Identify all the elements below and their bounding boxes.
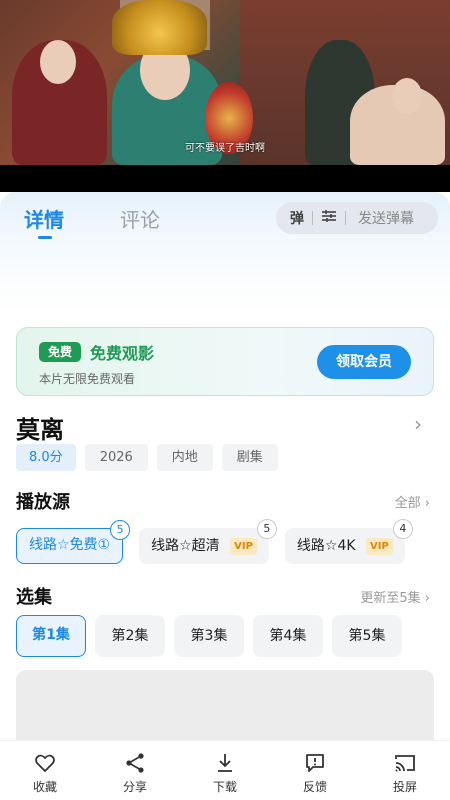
source-label: 线路☆免费① bbox=[29, 537, 111, 553]
detail-sheet: 详情 评论 弹 发送弹幕 免费 免费观影 本片无限免费观看 领取会员 莫离 › … bbox=[0, 192, 450, 800]
sources-more-label: 全部 bbox=[394, 496, 421, 511]
type-tag: 剧集 bbox=[221, 444, 278, 471]
source-item[interactable]: 线路☆4K VIP 4 bbox=[284, 519, 413, 564]
free-badge: 免费 bbox=[39, 342, 81, 362]
bottom-action-bar: 收藏 分享 下载 反馈 投屏 bbox=[0, 740, 450, 800]
chevron-right-icon: › bbox=[424, 496, 430, 511]
episode-list: 第1集 第2集 第3集 第4集 第5集 bbox=[16, 615, 402, 657]
free-subtitle: 本片无限免费观看 bbox=[39, 372, 136, 386]
content-placeholder bbox=[16, 670, 434, 750]
chevron-right-icon: › bbox=[424, 591, 430, 606]
source-item[interactable]: 线路☆免费① 5 bbox=[16, 520, 131, 564]
figure-left-head bbox=[40, 40, 76, 84]
sources-title: 播放源 bbox=[16, 492, 70, 513]
episodes-title: 选集 bbox=[16, 587, 52, 608]
show-title[interactable]: 莫离 bbox=[16, 410, 64, 445]
cast-label: 投屏 bbox=[392, 780, 417, 794]
share-button[interactable]: 分享 bbox=[90, 741, 180, 800]
tab-bar: 详情 评论 bbox=[24, 204, 160, 239]
feedback-icon bbox=[306, 754, 324, 772]
download-icon bbox=[218, 754, 232, 772]
episode-item[interactable]: 第1集 bbox=[16, 615, 86, 657]
sliders-icon[interactable] bbox=[321, 209, 337, 227]
send-danmaku-input[interactable]: 发送弹幕 bbox=[358, 208, 414, 228]
tab-details[interactable]: 详情 bbox=[24, 204, 64, 239]
feedback-label: 反馈 bbox=[302, 780, 327, 794]
divider bbox=[312, 211, 313, 225]
feedback-button[interactable]: 反馈 bbox=[270, 741, 360, 800]
free-title: 免费观影 bbox=[90, 344, 155, 363]
source-count: 5 bbox=[256, 519, 277, 539]
video-player[interactable]: 可不要误了吉时啊 bbox=[0, 0, 450, 192]
favorite-label: 收藏 bbox=[32, 780, 57, 794]
tag-list: 8.0分 2026 内地 剧集 bbox=[16, 444, 278, 471]
favorite-button[interactable]: 收藏 bbox=[0, 741, 90, 800]
source-label: 线路☆4K bbox=[296, 538, 356, 554]
video-frame: 可不要误了吉时啊 bbox=[0, 0, 450, 165]
score-tag: 8.0分 bbox=[16, 444, 76, 471]
claim-vip-button[interactable]: 领取会员 bbox=[317, 345, 411, 379]
episode-item[interactable]: 第4集 bbox=[253, 615, 323, 657]
year-tag: 2026 bbox=[84, 444, 148, 471]
share-label: 分享 bbox=[122, 780, 147, 794]
cast-button[interactable]: 投屏 bbox=[360, 741, 450, 800]
share-icon bbox=[126, 753, 144, 773]
free-banner: 免费 免费观影 本片无限免费观看 领取会员 bbox=[16, 327, 434, 396]
divider bbox=[345, 211, 346, 225]
cast-icon bbox=[395, 755, 415, 772]
download-button[interactable]: 下载 bbox=[180, 741, 270, 800]
vip-badge: VIP bbox=[366, 537, 393, 555]
sources-more-link[interactable]: 全部 › bbox=[395, 492, 430, 511]
episodes-update-link[interactable]: 更新至5集 › bbox=[360, 587, 430, 606]
video-subtitle: 可不要误了吉时啊 bbox=[185, 143, 265, 154]
source-count: 4 bbox=[392, 519, 413, 539]
source-count: 5 bbox=[110, 520, 131, 540]
region-tag: 内地 bbox=[156, 444, 213, 471]
episode-item[interactable]: 第5集 bbox=[332, 615, 402, 657]
danmaku-toggle[interactable]: 弹 bbox=[290, 208, 304, 228]
chevron-right-icon[interactable]: › bbox=[414, 412, 422, 436]
danmaku-bar: 弹 发送弹幕 bbox=[276, 202, 438, 234]
source-item[interactable]: 线路☆超清 VIP 5 bbox=[139, 519, 277, 564]
figure-right-head bbox=[392, 78, 422, 114]
episodes-update-label: 更新至5集 bbox=[360, 591, 421, 606]
download-label: 下载 bbox=[212, 780, 237, 794]
heart-icon bbox=[35, 754, 55, 772]
source-label: 线路☆超清 bbox=[151, 538, 220, 554]
episode-item[interactable]: 第3集 bbox=[174, 615, 244, 657]
source-list: 线路☆免费① 5 线路☆超清 VIP 5 线路☆4K VIP 4 bbox=[16, 519, 413, 564]
tab-comments[interactable]: 评论 bbox=[120, 204, 160, 233]
vip-badge: VIP bbox=[230, 537, 257, 555]
phoenix-crown bbox=[112, 0, 207, 55]
episode-item[interactable]: 第2集 bbox=[95, 615, 165, 657]
